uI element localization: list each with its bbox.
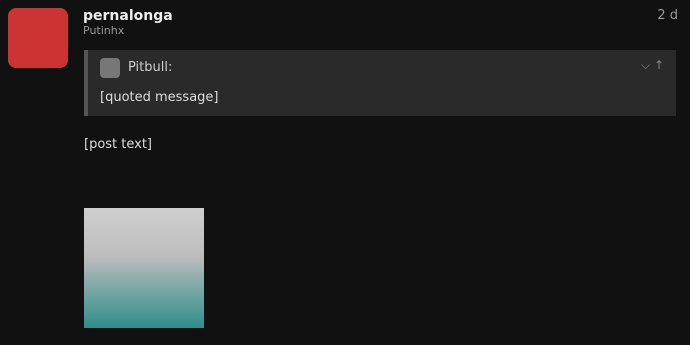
username[interactable]: pernalonga [83, 8, 173, 24]
quote-author: Pitbull: [128, 60, 173, 75]
chevron-down-icon[interactable]: ⌵ [641, 58, 650, 72]
arrow-up-icon[interactable]: ↑ [654, 58, 664, 72]
quote-avatar [100, 58, 120, 78]
post-body: [post text] [84, 137, 153, 152]
post-image[interactable] [84, 208, 204, 328]
quote-controls: ⌵ ↑ [641, 58, 664, 73]
quote-block: Pitbull: ⌵ ↑ [quoted message] [84, 50, 676, 116]
forum-post: pernalonga Putinhx 2 d Pitbull: ⌵ ↑ [quo… [0, 0, 690, 345]
quote-text: [quoted message] [100, 90, 219, 105]
post-age[interactable]: 2 d [657, 8, 678, 23]
user-title: Putinhx [83, 24, 125, 37]
user-avatar[interactable] [8, 8, 68, 68]
